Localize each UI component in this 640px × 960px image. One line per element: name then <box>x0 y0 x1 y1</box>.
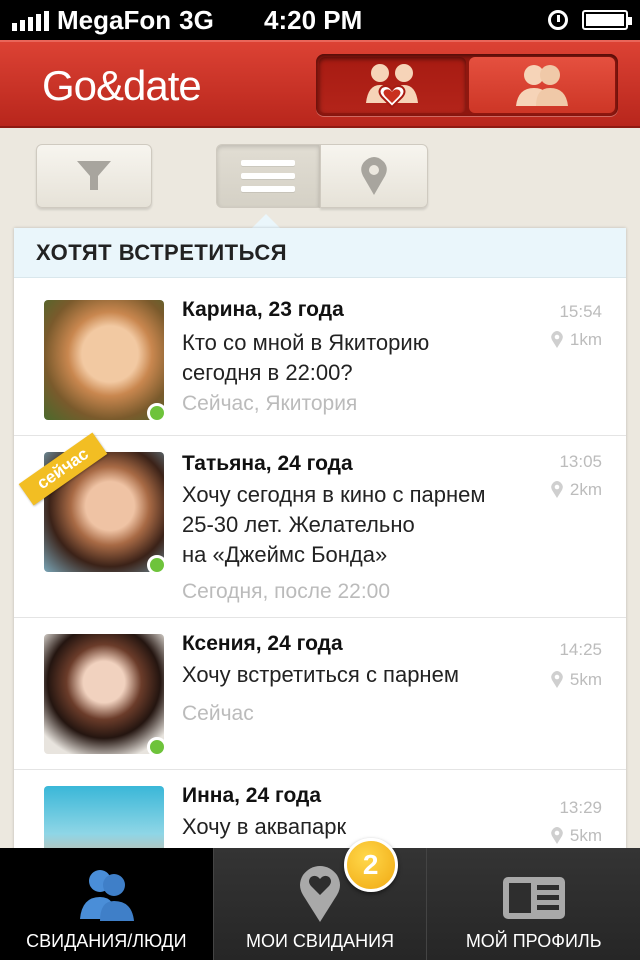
person-name: Карина, 23 года <box>182 298 344 321</box>
status-time: 4:20 PM <box>264 4 363 35</box>
post-time: 15:54 <box>559 302 602 321</box>
list-icon <box>241 160 295 192</box>
status-bar: MegaFon 3G 4:20 PM <box>0 0 640 40</box>
tab-my-dates[interactable]: МОИ СВИДАНИЯ 2 <box>212 838 427 960</box>
section-title: ХОТЯТ ВСТРЕТИТЬСЯ <box>14 228 626 278</box>
meeting-when: Сейчас, Якитория <box>182 392 358 415</box>
app-header: Go&date <box>0 40 640 128</box>
people-mode-button[interactable] <box>468 57 615 113</box>
notification-badge: 2 <box>343 838 398 892</box>
online-indicator <box>147 403 167 423</box>
person-name: Ксения, 24 года <box>182 632 343 655</box>
filter-button[interactable] <box>36 144 152 208</box>
list-item[interactable]: Ксения, 24 года Хочу встретиться с парне… <box>14 618 626 770</box>
message-text: Хочу встретиться с парнем <box>182 662 459 687</box>
person-name: Инна, 24 года <box>182 784 322 807</box>
mode-switch <box>316 54 618 116</box>
map-view-button[interactable] <box>320 144 428 208</box>
meeting-when: Сейчас <box>182 702 254 725</box>
tab-label: МОЙ ПРОФИЛЬ <box>465 931 602 951</box>
post-time: 14:25 <box>559 640 602 659</box>
meeting-when: Сегодня, после 22:00 <box>182 580 391 603</box>
list-item[interactable]: Карина, 23 года Кто со мной в Якиторию с… <box>14 278 626 436</box>
app-logo: Go&date <box>42 62 202 109</box>
online-indicator <box>147 555 167 575</box>
view-toolbar <box>0 130 640 230</box>
couple-heart-icon <box>366 64 419 109</box>
message-text: Хочу в аквапарк <box>182 814 347 839</box>
online-indicator <box>147 737 167 757</box>
location-pin-icon <box>551 481 563 498</box>
heart-pin-icon <box>300 866 340 922</box>
distance: 5km <box>550 670 602 690</box>
list-view-button[interactable] <box>216 144 320 208</box>
carrier-name: MegaFon <box>57 4 172 35</box>
tab-bar: СВИДАНИЯ/ЛЮДИ МОИ СВИДАНИЯ 2 МОЙ ПРОФИЛЬ <box>0 838 640 960</box>
post-time: 13:05 <box>559 452 602 471</box>
avatar[interactable] <box>44 634 167 757</box>
distance: 1km <box>550 330 602 350</box>
people-icon <box>515 65 568 106</box>
dates-mode-button[interactable] <box>319 57 466 113</box>
tab-label: СВИДАНИЯ/ЛЮДИ <box>26 931 187 951</box>
avatar[interactable]: сейчас <box>18 432 167 575</box>
location-pin-icon <box>551 331 563 348</box>
avatar[interactable] <box>44 300 167 423</box>
alarm-clock-icon <box>548 10 568 30</box>
location-pin-icon <box>551 671 563 688</box>
tab-label: МОИ СВИДАНИЯ <box>246 931 395 951</box>
meetings-list: ХОТЯТ ВСТРЕТИТЬСЯ Карина, 23 года Кто со… <box>14 228 626 888</box>
filter-icon <box>77 161 111 190</box>
battery-icon <box>582 10 632 30</box>
view-pointer <box>252 214 280 228</box>
tab-my-profile[interactable]: МОЙ ПРОФИЛЬ <box>426 848 640 960</box>
people-icon <box>80 870 135 921</box>
distance: 5km <box>550 826 602 846</box>
location-pin-icon <box>551 827 563 844</box>
map-pin-icon <box>361 157 387 195</box>
message-text: Кто со мной в Якиторию сегодня в 22:00? <box>182 330 430 385</box>
post-time: 13:29 <box>559 798 602 817</box>
list-item[interactable]: сейчас Татьяна, 24 года Хочу сегодня в к… <box>14 432 626 618</box>
signal-icon <box>12 9 49 31</box>
network-type: 3G <box>179 4 214 35</box>
message-text: Хочу сегодня в кино с парнем 25-30 лет. … <box>182 482 486 567</box>
distance: 2km <box>550 480 602 500</box>
person-name: Татьяна, 24 года <box>182 452 353 475</box>
profile-card-icon <box>502 877 565 919</box>
tab-dates-people[interactable]: СВИДАНИЯ/ЛЮДИ <box>0 848 213 960</box>
